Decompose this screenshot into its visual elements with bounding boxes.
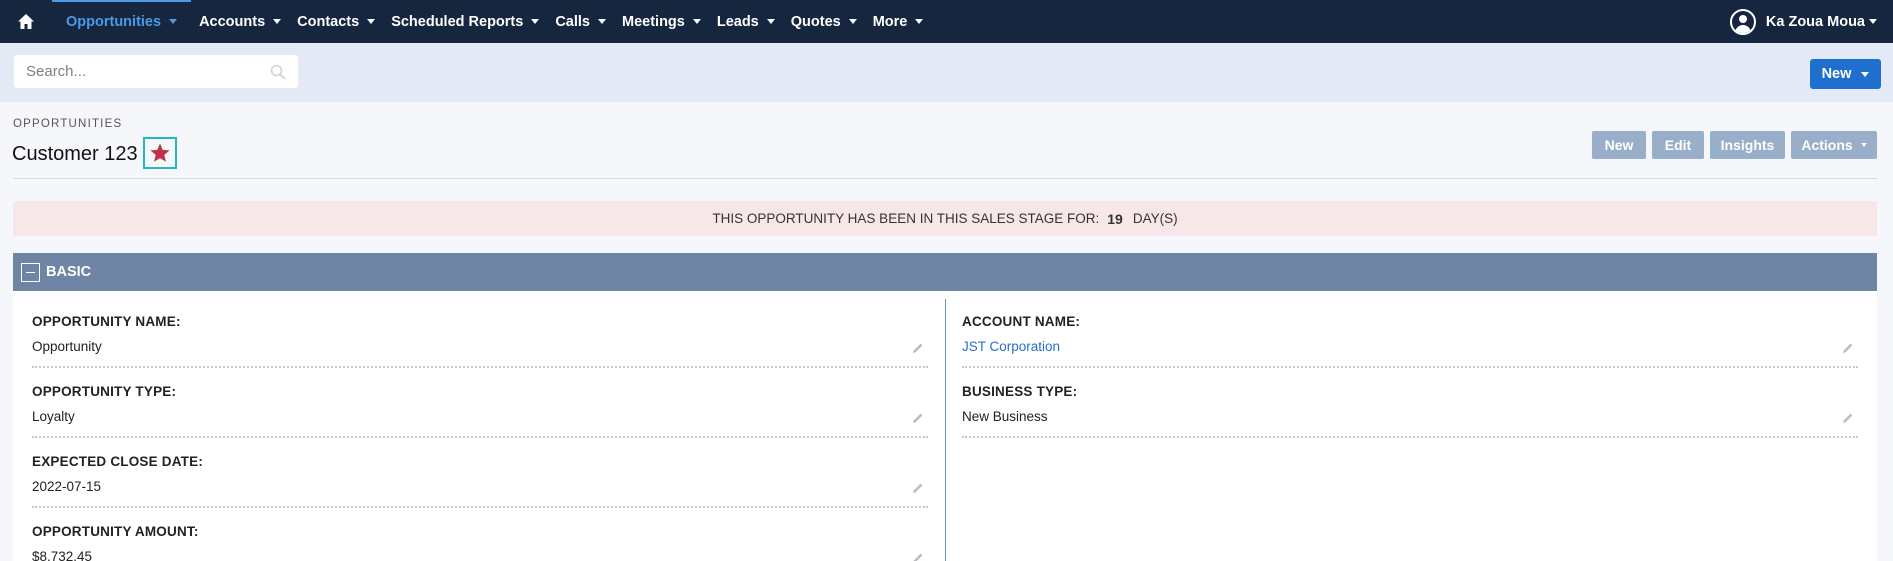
nav-item-more[interactable]: More — [865, 0, 932, 43]
nav-item-label: Accounts — [199, 13, 266, 30]
pencil-icon[interactable] — [912, 482, 924, 494]
nav-item-scheduled-reports[interactable]: Scheduled Reports — [383, 0, 547, 43]
field-value: $8,732.45 — [32, 549, 93, 561]
page-title: Customer 123 — [12, 143, 138, 165]
field-divider — [962, 366, 1858, 368]
search-bar: Search... New — [0, 43, 1893, 102]
nav-item-calls[interactable]: Calls — [547, 0, 614, 43]
field-opportunity-type: OPPORTUNITY TYPE: Loyalty — [32, 370, 928, 440]
field-label: OPPORTUNITY TYPE: — [32, 384, 177, 399]
search-input[interactable]: Search... — [14, 55, 298, 88]
field-label: EXPECTED CLOSE DATE: — [32, 454, 204, 469]
chevron-down-icon — [531, 19, 540, 24]
nav-item-leads[interactable]: Leads — [709, 0, 783, 43]
nav-item-contacts[interactable]: Contacts — [289, 0, 383, 43]
field-business-type: BUSINESS TYPE: New Business — [962, 370, 1858, 440]
top-navigation: Opportunities Accounts Contacts Schedule… — [0, 0, 1893, 43]
nav-item-label: Leads — [716, 13, 759, 30]
nav-menu: Opportunities Accounts Contacts Schedule… — [52, 0, 931, 43]
edit-button[interactable]: Edit — [1652, 131, 1704, 159]
pencil-icon[interactable] — [1842, 342, 1854, 354]
new-button[interactable]: New — [1592, 131, 1646, 159]
account-name-link[interactable]: JST Corporation — [962, 339, 1060, 354]
actions-button[interactable]: Actions — [1791, 131, 1877, 159]
banner-text: THIS OPPORTUNITY HAS BEEN IN THIS SALES … — [712, 211, 1100, 226]
new-button-label: New — [1604, 137, 1634, 153]
chevron-down-icon — [915, 19, 924, 24]
pencil-icon[interactable] — [912, 342, 924, 354]
chevron-down-icon — [367, 19, 376, 24]
field-value: Loyalty — [32, 409, 75, 424]
field-value: 2022-07-15 — [32, 479, 102, 494]
field-opportunity-amount: OPPORTUNITY AMOUNT: $8,732.45 — [32, 510, 928, 561]
nav-item-label: Calls — [555, 13, 590, 30]
nav-item-meetings[interactable]: Meetings — [614, 0, 709, 43]
collapse-icon[interactable] — [21, 262, 40, 282]
nav-item-label: Meetings — [622, 13, 685, 30]
chevron-down-icon — [1869, 19, 1877, 24]
nav-item-label: Contacts — [297, 13, 360, 30]
module-label: OPPORTUNITIES — [13, 118, 123, 130]
home-button[interactable] — [0, 0, 52, 43]
user-avatar-icon — [1729, 8, 1756, 35]
actions-button-label: Actions — [1801, 137, 1853, 153]
field-expected-close-date: EXPECTED CLOSE DATE: 2022-07-15 — [32, 440, 928, 510]
create-new-button[interactable]: New — [1810, 59, 1881, 89]
chevron-down-icon — [848, 19, 857, 24]
star-icon — [150, 143, 170, 162]
nav-item-label: Opportunities — [66, 13, 162, 30]
nav-item-opportunities[interactable]: Opportunities — [52, 0, 192, 43]
pencil-icon[interactable] — [912, 552, 924, 561]
nav-item-quotes[interactable]: Quotes — [783, 0, 865, 43]
field-opportunity-name: OPPORTUNITY NAME: Opportunity — [32, 300, 928, 370]
favorite-toggle[interactable] — [143, 137, 177, 169]
nav-item-label: More — [872, 13, 908, 30]
field-divider — [32, 366, 928, 368]
nav-item-accounts[interactable]: Accounts — [191, 0, 289, 43]
create-new-label: New — [1821, 66, 1852, 82]
chevron-down-icon — [598, 19, 606, 24]
field-value: New Business — [962, 409, 1048, 424]
field-label: ACCOUNT NAME: — [962, 314, 1081, 329]
field-divider — [32, 506, 928, 508]
field-value: Opportunity — [32, 339, 102, 354]
nav-item-label: Scheduled Reports — [391, 13, 524, 30]
chevron-down-icon — [1861, 71, 1870, 77]
banner-days: 19 — [1107, 210, 1123, 227]
panel-header-basic[interactable]: BASIC — [13, 253, 1877, 291]
chevron-down-icon — [169, 19, 178, 24]
chevron-down-icon — [273, 19, 282, 24]
chevron-down-icon — [766, 19, 775, 24]
chevron-down-icon — [1860, 143, 1867, 147]
user-name: Ka Zoua Moua — [1765, 13, 1865, 30]
search-icon — [270, 64, 286, 80]
banner-unit: DAY(S) — [1132, 211, 1178, 226]
user-menu[interactable]: Ka Zoua Moua — [1729, 0, 1877, 43]
home-icon — [18, 14, 34, 29]
field-label: OPPORTUNITY AMOUNT: — [32, 524, 199, 539]
column-divider — [945, 299, 946, 561]
nav-item-label: Quotes — [790, 13, 841, 30]
pencil-icon[interactable] — [1842, 412, 1854, 424]
sales-stage-banner: THIS OPPORTUNITY HAS BEEN IN THIS SALES … — [13, 201, 1877, 236]
search-placeholder: Search... — [26, 63, 87, 80]
record-actions: New Edit Insights Actions — [1592, 131, 1877, 159]
header-divider — [13, 178, 1877, 179]
field-divider — [32, 436, 928, 438]
insights-button[interactable]: Insights — [1710, 131, 1785, 159]
chevron-down-icon — [692, 19, 701, 24]
field-account-name: ACCOUNT NAME: JST Corporation — [962, 300, 1858, 370]
field-divider — [962, 436, 1858, 438]
field-label: OPPORTUNITY NAME: — [32, 314, 181, 329]
field-label: BUSINESS TYPE: — [962, 384, 1078, 399]
pencil-icon[interactable] — [912, 412, 924, 424]
edit-button-label: Edit — [1664, 137, 1692, 153]
panel-title: BASIC — [46, 264, 92, 280]
insights-button-label: Insights — [1720, 137, 1775, 153]
